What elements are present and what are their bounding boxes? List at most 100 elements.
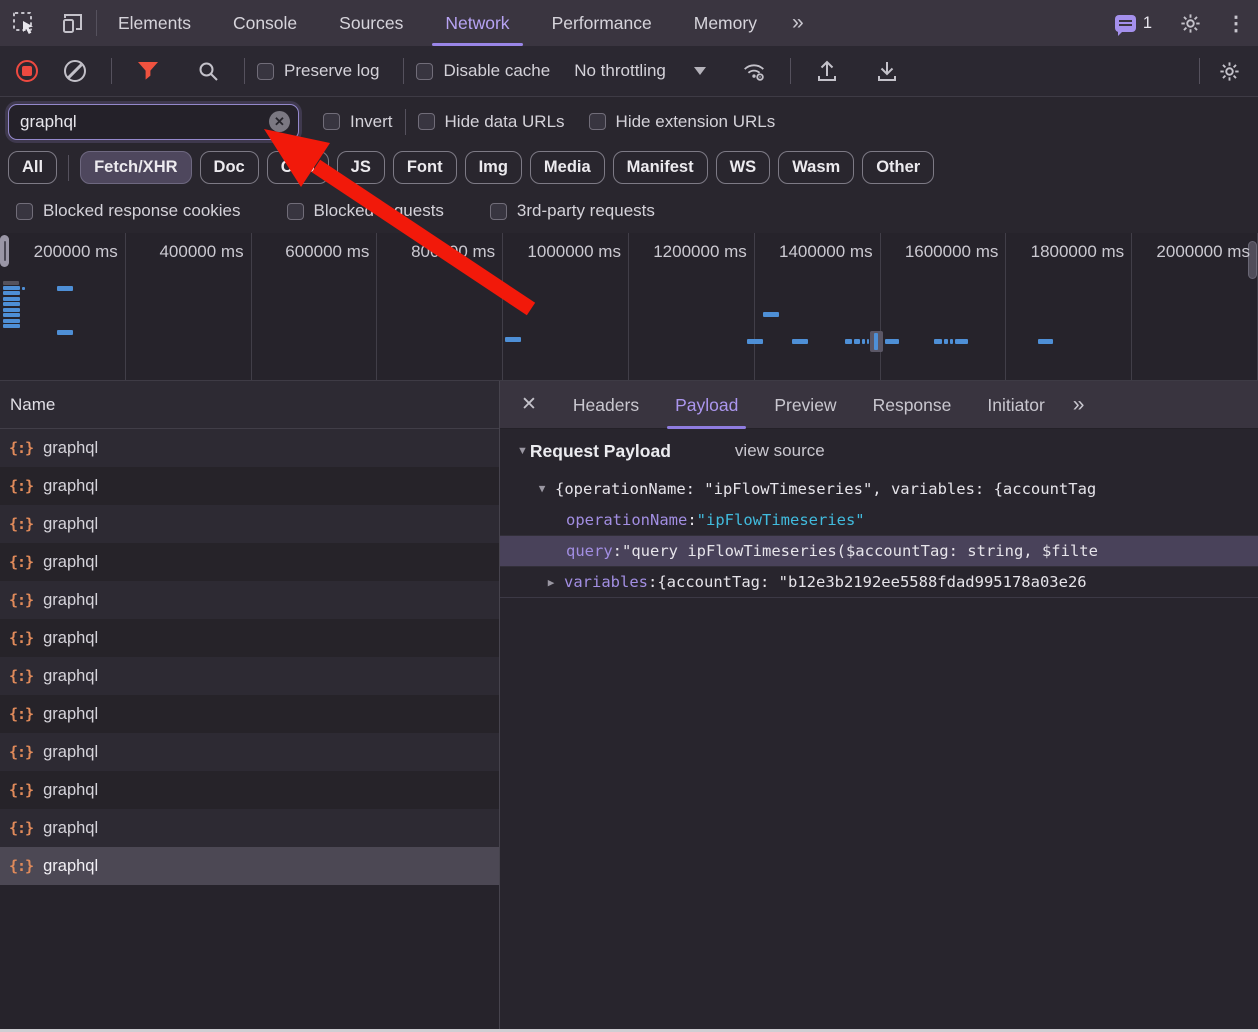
invert-label: Invert — [350, 112, 393, 132]
chip-css[interactable]: CSS — [267, 151, 329, 184]
request-timeline-bar — [505, 337, 521, 342]
payload-row-query[interactable]: query: "query ipFlowTimeseries($accountT… — [500, 535, 1258, 566]
inspect-element-icon[interactable] — [11, 10, 37, 36]
request-row[interactable]: {:}graphql — [0, 619, 499, 657]
payload-row-variables[interactable]: ▶variables: {accountTag: "b12e3b2192ee55… — [500, 566, 1258, 597]
close-details-icon[interactable]: ✕ — [500, 393, 555, 416]
request-timeline-bar — [944, 339, 948, 344]
search-icon[interactable] — [195, 58, 221, 84]
name-column-header[interactable]: Name — [0, 381, 499, 429]
request-row[interactable]: {:}graphql — [0, 581, 499, 619]
chip-img[interactable]: Img — [465, 151, 522, 184]
overflow-menu-icon[interactable]: ⋮ — [1214, 11, 1258, 36]
console-messages-indicator[interactable]: 1 — [1115, 14, 1152, 33]
chip-doc[interactable]: Doc — [200, 151, 259, 184]
message-bubble-icon — [1115, 15, 1136, 32]
checkbox-box — [323, 113, 340, 130]
request-row[interactable]: {:}graphql — [0, 847, 499, 885]
chip-js[interactable]: JS — [337, 151, 385, 184]
request-row[interactable]: {:}graphql — [0, 771, 499, 809]
hide-extension-urls-checkbox[interactable]: Hide extension URLs — [589, 112, 776, 132]
detail-tab-headers[interactable]: Headers — [555, 381, 657, 429]
more-panels-icon[interactable]: » — [778, 11, 816, 35]
request-row[interactable]: {:}graphql — [0, 505, 499, 543]
request-timeline-bar — [862, 339, 865, 344]
checkbox-blocked-requests[interactable]: Blocked requests — [287, 201, 444, 221]
request-row[interactable]: {:}graphql — [0, 467, 499, 505]
chip-all[interactable]: All — [8, 151, 57, 184]
dropdown-caret-icon — [694, 67, 706, 75]
request-name: graphql — [43, 743, 98, 762]
request-row[interactable]: {:}graphql — [0, 809, 499, 847]
disable-cache-checkbox[interactable]: Disable cache — [416, 61, 550, 81]
tree-collapsed-icon[interactable]: ▶ — [544, 576, 558, 589]
throttling-value: No throttling — [574, 61, 666, 81]
export-har-icon[interactable] — [874, 58, 900, 84]
preserve-log-checkbox[interactable]: Preserve log — [257, 61, 379, 81]
chip-other[interactable]: Other — [862, 151, 934, 184]
hide-data-urls-checkbox[interactable]: Hide data URLs — [418, 112, 565, 132]
tab-elements[interactable]: Elements — [97, 0, 212, 46]
tab-console[interactable]: Console — [212, 0, 318, 46]
detail-tab-initiator[interactable]: Initiator — [969, 381, 1062, 429]
checkbox-blocked-response-cookies[interactable]: Blocked response cookies — [16, 201, 241, 221]
more-detail-tabs-icon[interactable]: » — [1063, 393, 1093, 417]
payload-row-operationName[interactable]: operationName: "ipFlowTimeseries" — [500, 504, 1258, 535]
tree-expanded-icon[interactable]: ▼ — [535, 482, 549, 495]
chip-fetch-xhr[interactable]: Fetch/XHR — [80, 151, 191, 184]
request-row[interactable]: {:}graphql — [0, 733, 499, 771]
chip-manifest[interactable]: Manifest — [613, 151, 708, 184]
request-row[interactable]: {:}graphql — [0, 695, 499, 733]
network-conditions-icon[interactable] — [741, 58, 767, 84]
request-timeline-bar — [3, 291, 20, 295]
tab-memory[interactable]: Memory — [673, 0, 778, 46]
request-timeline-bar — [867, 339, 869, 344]
tab-network[interactable]: Network — [424, 0, 530, 46]
request-timeline-bar — [3, 308, 20, 312]
chip-media[interactable]: Media — [530, 151, 605, 184]
request-timeline-bar — [1038, 339, 1053, 344]
detail-tab-payload[interactable]: Payload — [657, 381, 756, 429]
network-overview-timeline[interactable]: 200000 ms400000 ms600000 ms800000 ms1000… — [0, 233, 1258, 381]
request-timeline-bar — [845, 339, 852, 344]
payload-root-text: {operationName: "ipFlowTimeseries", vari… — [555, 480, 1096, 498]
device-toolbar-icon[interactable] — [59, 10, 85, 36]
payload-separator: : — [648, 573, 657, 591]
checkbox-label: 3rd-party requests — [517, 201, 655, 221]
detail-tab-response[interactable]: Response — [855, 381, 970, 429]
throttling-select[interactable]: No throttling — [574, 61, 706, 81]
request-timeline-bar — [934, 339, 942, 344]
detail-tab-preview[interactable]: Preview — [756, 381, 854, 429]
timeline-tick: 2000000 ms — [1132, 233, 1258, 380]
view-source-link[interactable]: view source — [735, 441, 825, 461]
import-har-icon[interactable] — [814, 58, 840, 84]
request-row[interactable]: {:}graphql — [0, 543, 499, 581]
settings-gear-icon[interactable] — [1177, 10, 1203, 36]
record-network-log-button[interactable] — [16, 60, 38, 82]
invert-checkbox[interactable]: Invert — [323, 112, 393, 132]
request-payload-section[interactable]: ▼ Request Payload view source — [500, 429, 1258, 473]
checkbox-box — [257, 63, 274, 80]
requests-panel: Name {:}graphql{:}graphql{:}graphql{:}gr… — [0, 381, 500, 1029]
request-row[interactable]: {:}graphql — [0, 429, 499, 467]
chip-divider — [68, 155, 69, 181]
request-timeline-bar — [3, 313, 20, 317]
filter-funnel-icon[interactable] — [135, 58, 161, 84]
network-settings-gear-icon[interactable] — [1216, 58, 1242, 84]
request-timeline-bar — [22, 287, 25, 290]
json-request-icon: {:} — [9, 591, 33, 609]
chip-font[interactable]: Font — [393, 151, 457, 184]
request-row[interactable]: {:}graphql — [0, 657, 499, 695]
checkbox-3rd-party-requests[interactable]: 3rd-party requests — [490, 201, 655, 221]
payload-root-row[interactable]: ▼ {operationName: "ipFlowTimeseries", va… — [500, 473, 1258, 504]
timeline-tick: 1200000 ms — [629, 233, 755, 380]
chip-wasm[interactable]: Wasm — [778, 151, 854, 184]
tab-performance[interactable]: Performance — [531, 0, 673, 46]
tab-sources[interactable]: Sources — [318, 0, 424, 46]
json-request-icon: {:} — [9, 819, 33, 837]
chip-ws[interactable]: WS — [716, 151, 771, 184]
request-timeline-bar — [950, 339, 953, 344]
clear-filter-icon[interactable]: ✕ — [269, 111, 290, 132]
filter-text-input[interactable]: graphql ✕ — [8, 104, 299, 140]
clear-network-log-icon[interactable] — [64, 60, 86, 82]
